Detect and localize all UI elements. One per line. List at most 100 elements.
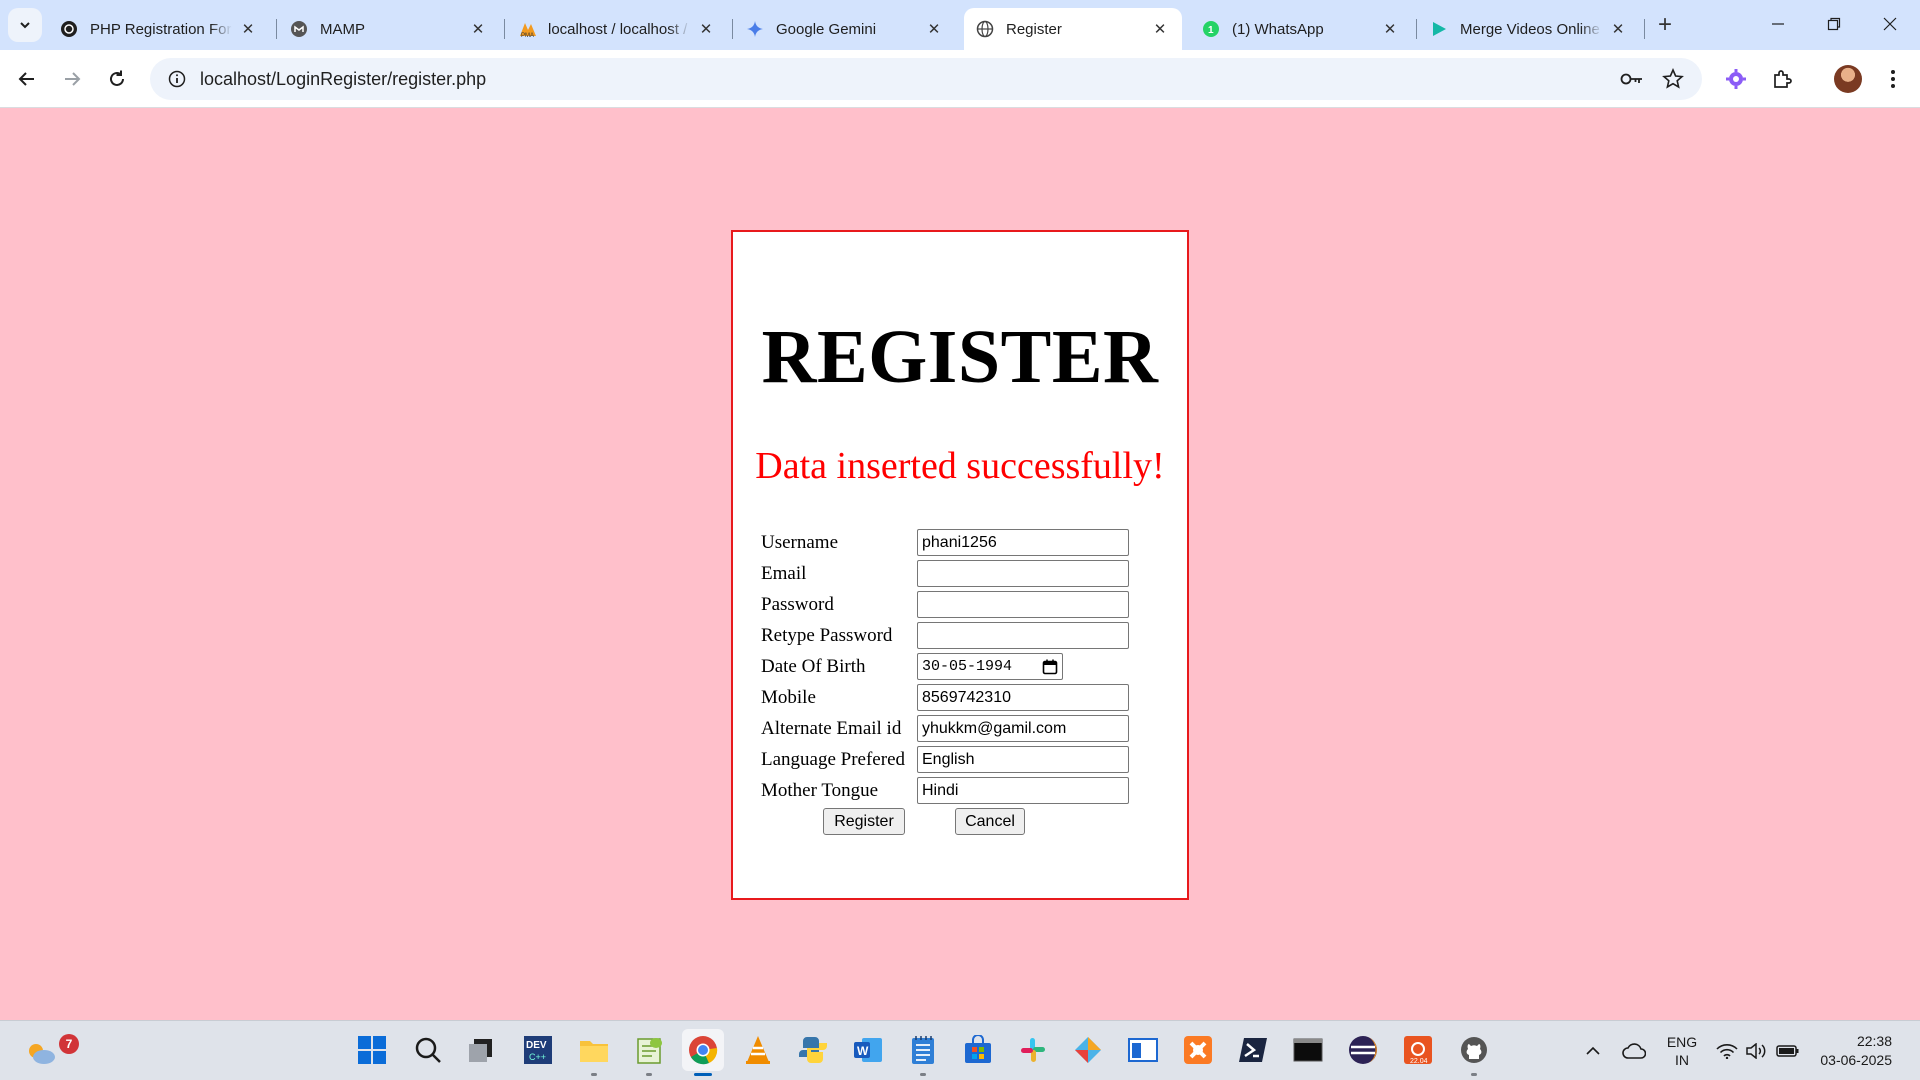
calendar-icon[interactable] — [1042, 659, 1058, 675]
close-window-button[interactable] — [1862, 0, 1918, 48]
taskbar-app-chrome[interactable] — [682, 1029, 724, 1071]
close-icon[interactable]: ✕ — [468, 19, 488, 39]
taskbar-app-file-explorer[interactable] — [573, 1029, 615, 1071]
close-icon[interactable]: ✕ — [1608, 19, 1628, 39]
taskbar-app-window[interactable] — [1122, 1029, 1164, 1071]
notepadpp-icon — [637, 1038, 662, 1064]
register-button[interactable]: Register — [823, 808, 905, 835]
tab-mamp[interactable]: MAMP ✕ — [278, 8, 500, 50]
taskbar-app-eclipse[interactable] — [1342, 1029, 1384, 1071]
onedrive-tray[interactable] — [1618, 1021, 1650, 1080]
page-title: REGISTER — [761, 315, 1159, 399]
terminal-icon — [1293, 1038, 1323, 1062]
form-row-date-of-birth: Date Of Birth 30-05-1994 — [761, 653, 1161, 681]
tab-php-registration[interactable]: PHP Registration Form ✕ — [48, 8, 270, 50]
form-row-retype-password: Retype Password — [761, 622, 1161, 650]
alternate-email-input[interactable] — [917, 715, 1129, 742]
site-info-icon[interactable] — [156, 58, 198, 100]
search-button[interactable] — [407, 1029, 449, 1071]
field-label: Alternate Email id — [761, 718, 902, 739]
battery-status[interactable] — [1774, 1021, 1802, 1080]
profile-avatar[interactable] — [1834, 65, 1862, 93]
reload-button[interactable] — [100, 62, 134, 96]
taskbar-app-terminal[interactable] — [1287, 1029, 1329, 1071]
folder-icon — [580, 1041, 608, 1062]
tab-merge-videos[interactable]: Merge Videos Online ✕ — [1418, 8, 1640, 50]
taskbar-app-slack[interactable] — [1012, 1029, 1054, 1071]
tab-register[interactable]: Register ✕ — [964, 8, 1182, 50]
bookmark-button[interactable] — [1656, 62, 1690, 96]
taskbar-app-ubuntu[interactable]: 22.04 — [1397, 1029, 1439, 1071]
taskbar-app-devcpp[interactable]: DEV C++ — [517, 1029, 559, 1071]
clock-date: 03-06-2025 — [1820, 1052, 1892, 1068]
close-icon[interactable]: ✕ — [238, 19, 258, 39]
tab-gemini[interactable]: Google Gemini ✕ — [734, 8, 956, 50]
mobile-input[interactable] — [917, 684, 1129, 711]
tab-title: Google Gemini — [776, 20, 877, 38]
close-icon[interactable]: ✕ — [1150, 19, 1170, 39]
start-button[interactable] — [351, 1029, 393, 1071]
retype-password-input[interactable] — [917, 622, 1129, 649]
taskbar-app-powershell[interactable] — [1232, 1029, 1274, 1071]
svg-text:1: 1 — [1208, 25, 1214, 36]
taskbar-app-store[interactable] — [957, 1029, 999, 1071]
extension-button[interactable] — [1719, 62, 1753, 96]
email-input[interactable] — [917, 560, 1129, 587]
show-hidden-icons-button[interactable] — [1578, 1021, 1608, 1080]
language-preferred-input[interactable] — [917, 746, 1129, 773]
field-label: Language Prefered — [761, 749, 906, 770]
browser-menu-button[interactable] — [1876, 62, 1910, 96]
form-row-username: Username — [761, 529, 1161, 557]
slack-icon — [1021, 1038, 1045, 1062]
running-indicator — [1471, 1073, 1477, 1076]
username-input[interactable] — [917, 529, 1129, 556]
language-code: ENG — [1666, 1034, 1698, 1050]
extensions-menu-button[interactable] — [1765, 62, 1799, 96]
more-vert-icon — [1891, 70, 1895, 88]
address-bar[interactable]: localhost/LoginRegister/register.php — [150, 58, 1702, 100]
forward-button[interactable] — [55, 62, 89, 96]
speaker-icon — [1746, 1043, 1766, 1059]
language-indicator[interactable]: ENG IN — [1662, 1021, 1702, 1080]
mother-tongue-input[interactable] — [917, 777, 1129, 804]
eclipse-icon — [1349, 1036, 1377, 1064]
tab-title: Merge Videos Online — [1460, 20, 1600, 38]
taskbar-app-xampp[interactable] — [1177, 1029, 1219, 1071]
field-label: Mother Tongue — [761, 780, 879, 801]
date-of-birth-input[interactable]: 30-05-1994 — [917, 653, 1063, 680]
svg-text:22.04: 22.04 — [1410, 1058, 1428, 1065]
taskbar-app-notepadpp[interactable] — [628, 1029, 670, 1071]
new-tab-button[interactable]: + — [1652, 11, 1678, 38]
taskbar-app-vlc[interactable] — [737, 1029, 779, 1071]
back-button[interactable] — [10, 62, 44, 96]
clock[interactable]: 22:38 03-06-2025 — [1808, 1021, 1892, 1080]
wifi-status[interactable] — [1714, 1021, 1740, 1080]
close-icon[interactable]: ✕ — [924, 19, 944, 39]
close-icon[interactable]: ✕ — [1380, 19, 1400, 39]
minimize-button[interactable] — [1750, 0, 1806, 48]
taskbar-app-python[interactable] — [792, 1029, 834, 1071]
search-icon — [415, 1037, 441, 1063]
region-code: IN — [1675, 1052, 1689, 1068]
tab-divider — [504, 19, 505, 39]
password-input[interactable] — [917, 591, 1129, 618]
tab-phpmyadmin[interactable]: PMA localhost / localhost / phpMyAdmin ✕ — [506, 8, 728, 50]
clock-time: 22:38 — [1856, 1033, 1892, 1049]
taskbar-app-tool[interactable] — [1067, 1029, 1109, 1071]
taskbar-app-github[interactable] — [1453, 1029, 1495, 1071]
task-view-button[interactable] — [460, 1029, 502, 1071]
password-key-button[interactable] — [1615, 62, 1649, 96]
tab-whatsapp[interactable]: 1 (1) WhatsApp ✕ — [1190, 8, 1412, 50]
volume-status[interactable] — [1744, 1021, 1770, 1080]
word-icon: W — [854, 1038, 882, 1062]
taskbar-app-word[interactable]: W — [847, 1029, 889, 1071]
taskbar-app-notepad[interactable] — [902, 1029, 944, 1071]
restore-button[interactable] — [1806, 0, 1862, 48]
weather-widget[interactable]: 7 — [20, 1031, 79, 1073]
close-icon[interactable]: ✕ — [696, 19, 716, 39]
minimize-icon — [1772, 23, 1784, 25]
globe-icon — [976, 20, 994, 38]
tab-search-button[interactable] — [8, 8, 42, 42]
cancel-button[interactable]: Cancel — [955, 808, 1025, 835]
taskbar: 7 DEV C++ W 22.04 ENG IN 22:38 03-06-202… — [0, 1020, 1920, 1080]
